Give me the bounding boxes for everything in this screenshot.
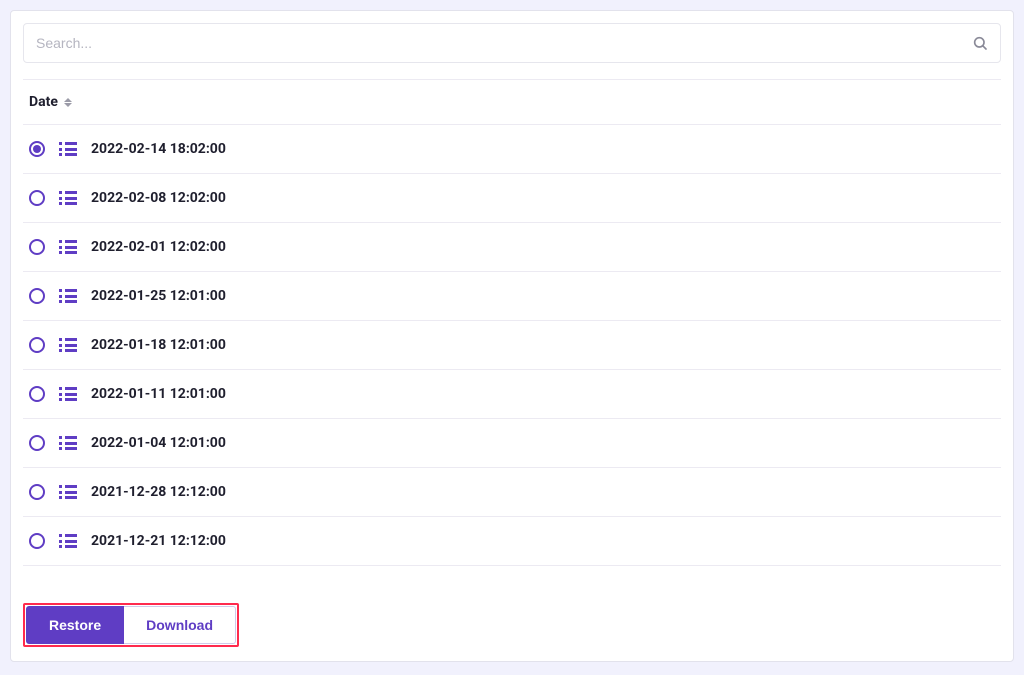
list-icon	[59, 436, 77, 450]
radio-button[interactable]	[29, 239, 45, 255]
table-header: Date	[23, 80, 1001, 125]
list-icon	[59, 338, 77, 352]
search-input[interactable]	[36, 35, 972, 51]
list-icon	[59, 240, 77, 254]
table-row[interactable]: 2022-01-25 12:01:00	[23, 272, 1001, 321]
radio-button[interactable]	[29, 484, 45, 500]
row-date-label: 2022-01-25 12:01:00	[91, 288, 226, 304]
list-icon	[59, 387, 77, 401]
table-row[interactable]: 2022-02-14 18:02:00	[23, 125, 1001, 174]
radio-button[interactable]	[29, 435, 45, 451]
footer: Restore Download	[23, 585, 1001, 647]
action-button-group: Restore Download	[23, 603, 239, 647]
restore-button[interactable]: Restore	[26, 606, 124, 644]
list-icon	[59, 485, 77, 499]
table-row[interactable]: 2021-12-21 12:12:00	[23, 517, 1001, 566]
row-date-label: 2022-02-14 18:02:00	[91, 141, 226, 157]
sort-icon	[64, 98, 72, 107]
row-date-label: 2021-12-28 12:12:00	[91, 484, 226, 500]
radio-button[interactable]	[29, 337, 45, 353]
list-icon	[59, 534, 77, 548]
row-date-label: 2022-02-08 12:02:00	[91, 190, 226, 206]
row-date-label: 2022-02-01 12:02:00	[91, 239, 226, 255]
list-icon	[59, 191, 77, 205]
search-bar	[23, 23, 1001, 63]
search-icon[interactable]	[972, 35, 988, 51]
radio-button[interactable]	[29, 190, 45, 206]
table-body[interactable]: 2022-02-14 18:02:00 2022-02-08 12:02:00 20…	[23, 125, 1001, 585]
table-row[interactable]: 2022-02-08 12:02:00	[23, 174, 1001, 223]
list-icon	[59, 289, 77, 303]
column-header-date[interactable]: Date	[29, 94, 72, 110]
radio-button[interactable]	[29, 386, 45, 402]
row-date-label: 2022-01-18 12:01:00	[91, 337, 226, 353]
radio-button[interactable]	[29, 141, 45, 157]
table-row[interactable]: 2022-01-18 12:01:00	[23, 321, 1001, 370]
radio-button[interactable]	[29, 288, 45, 304]
table-row[interactable]: 2022-01-11 12:01:00	[23, 370, 1001, 419]
row-date-label: 2021-12-21 12:12:00	[91, 533, 226, 549]
radio-button[interactable]	[29, 533, 45, 549]
row-date-label: 2022-01-11 12:01:00	[91, 386, 226, 402]
table-row[interactable]: 2021-12-28 12:12:00	[23, 468, 1001, 517]
table-row[interactable]: 2022-02-01 12:02:00	[23, 223, 1001, 272]
table-row[interactable]: 2022-01-04 12:01:00	[23, 419, 1001, 468]
backup-panel: Date 2022-02-14 18:02:00 2022-02-08 12:02…	[10, 10, 1014, 662]
column-header-label: Date	[29, 94, 58, 110]
row-date-label: 2022-01-04 12:01:00	[91, 435, 226, 451]
list-icon	[59, 142, 77, 156]
download-button[interactable]: Download	[124, 606, 236, 644]
